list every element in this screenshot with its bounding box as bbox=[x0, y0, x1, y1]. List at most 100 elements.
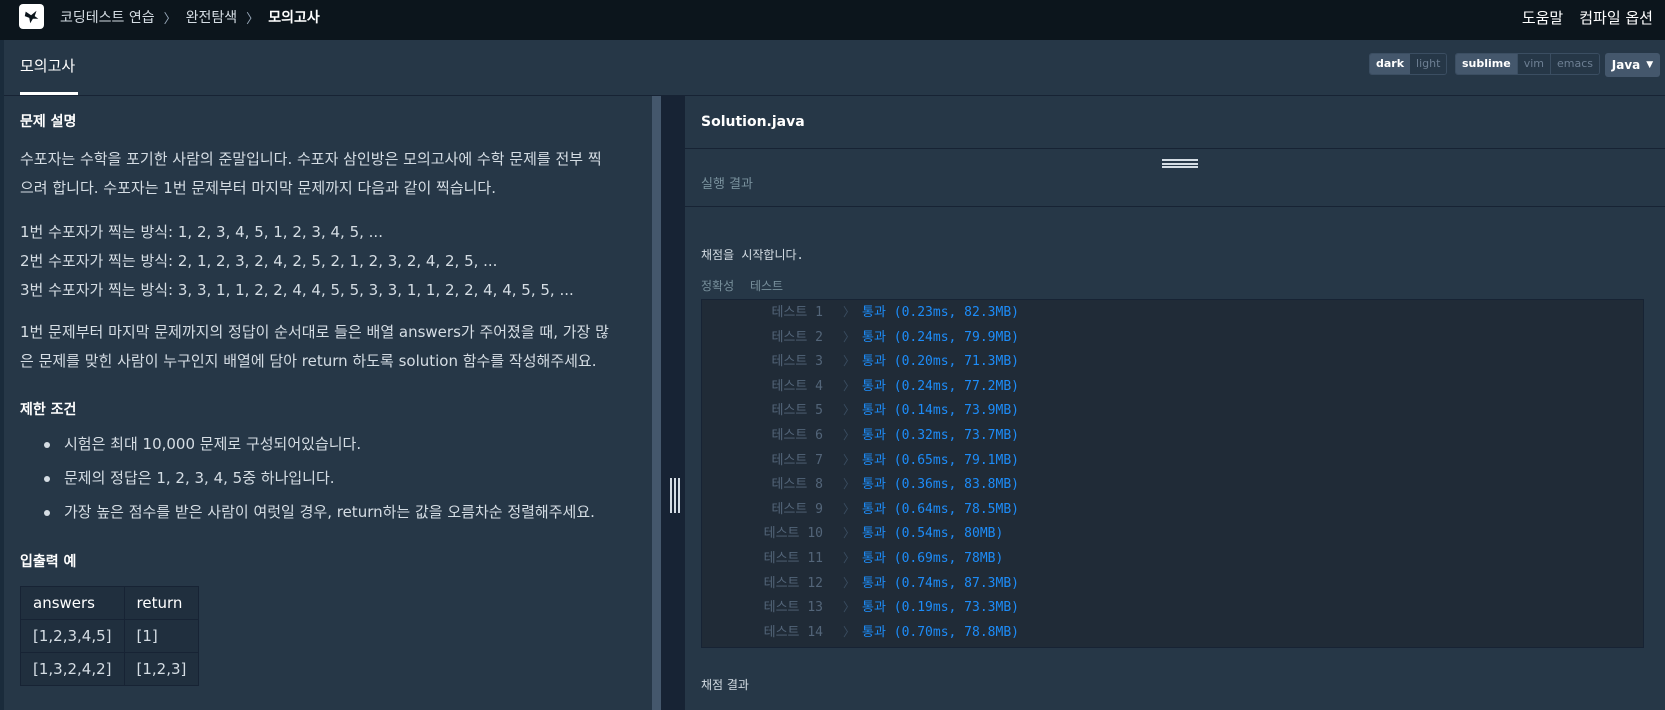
table-cell: [1] bbox=[123, 619, 200, 653]
test-result-row: 테스트 12 〉 통과 (0.74ms, 87.3MB) bbox=[702, 571, 1643, 596]
test-result-row: 테스트 3 〉 통과 (0.20ms, 71.3MB) bbox=[702, 349, 1643, 374]
editor-pane: Solution.java 실행 결과 채점을 시작합니다. 정확성 테스트 테… bbox=[685, 96, 1665, 710]
theme-toggle: dark light bbox=[1369, 53, 1448, 75]
test-result-row: 테스트 8 〉 통과 (0.36ms, 83.8MB) bbox=[702, 472, 1643, 497]
column-header: answers bbox=[20, 586, 125, 620]
test-case-result: 통과 (0.14ms, 73.9MB) bbox=[862, 403, 1019, 419]
theme-dark-button[interactable]: dark bbox=[1370, 54, 1411, 74]
result-header: 실행 결과 bbox=[685, 149, 1665, 207]
chevron-right-icon: 〉 bbox=[843, 329, 856, 344]
editor-sublime-button[interactable]: sublime bbox=[1456, 54, 1517, 74]
description-line: 으려 합니다. 수포자는 1번 문제부터 마지막 문제까지 다음과 같이 찍습니… bbox=[20, 179, 496, 197]
table-cell: [1,2,3] bbox=[123, 652, 200, 686]
help-link[interactable]: 도움말 bbox=[1522, 7, 1563, 28]
test-case-result: 통과 (0.24ms, 79.9MB) bbox=[862, 329, 1019, 345]
breadcrumb-item-category[interactable]: 완전탐색 bbox=[186, 7, 238, 27]
chevron-right-icon: 〉 bbox=[843, 403, 856, 418]
programmers-logo-icon[interactable] bbox=[19, 4, 44, 29]
test-case-result: 통과 (0.24ms, 77.2MB) bbox=[862, 378, 1019, 394]
constraints-heading: 제한 조건 bbox=[20, 402, 77, 418]
test-result-row: 테스트 13 〉 통과 (0.19ms, 73.3MB) bbox=[702, 595, 1643, 620]
test-label: 테스트 bbox=[749, 279, 784, 293]
test-case-result: 통과 (0.23ms, 82.3MB) bbox=[862, 305, 1019, 320]
test-case-label: 테스트 1 bbox=[771, 305, 823, 320]
task-line: 1번 문제부터 마지막 문제까지의 정답이 순서대로 들은 배열 answers… bbox=[20, 323, 609, 341]
test-case-label: 테스트 11 bbox=[763, 551, 823, 566]
problem-scrollbar[interactable] bbox=[652, 96, 661, 710]
description-heading: 문제 설명 bbox=[20, 114, 77, 130]
table-header-row: answers return bbox=[20, 586, 200, 620]
list-item: 시험은 최대 10,000 문제로 구성되어있습니다. bbox=[44, 432, 595, 466]
test-case-result: 통과 (0.32ms, 73.7MB) bbox=[862, 428, 1019, 443]
constraints-list: 시험은 최대 10,000 문제로 구성되어있습니다. 문제의 정답은 1, 2… bbox=[44, 432, 595, 534]
test-result-row: 테스트 7 〉 통과 (0.65ms, 79.1MB) bbox=[702, 448, 1643, 473]
editor-mode-toggle: sublime vim emacs bbox=[1455, 53, 1601, 75]
test-case-result: 통과 (0.54ms, 80MB) bbox=[862, 526, 1004, 542]
test-case-result: 통과 (0.19ms, 73.3MB) bbox=[862, 600, 1019, 616]
breadcrumb-item-coding-test[interactable]: 코딩테스트 연습 bbox=[60, 7, 155, 27]
test-case-result: 통과 (0.64ms, 78.5MB) bbox=[862, 501, 1019, 517]
test-result-row: 테스트 14 〉 통과 (0.70ms, 78.8MB) bbox=[702, 620, 1643, 645]
test-case-result: 통과 (0.69ms, 78MB) bbox=[862, 551, 1004, 566]
chevron-right-icon: 〉 bbox=[843, 600, 856, 615]
breadcrumb-item-current: 모의고사 bbox=[268, 10, 320, 26]
language-label: Java bbox=[1611, 58, 1641, 72]
task-line: 은 문제를 맞힌 사람이 누구인지 배열에 담아 return 하도록 solu… bbox=[20, 352, 597, 370]
table-row: [1,3,2,4,2] [1,2,3] bbox=[20, 652, 200, 686]
chevron-right-icon: 〉 bbox=[163, 11, 177, 27]
test-case-label: 테스트 9 bbox=[771, 501, 823, 517]
chevron-right-icon: 〉 bbox=[843, 501, 856, 516]
chevron-right-icon: 〉 bbox=[843, 526, 856, 541]
chevron-right-icon: 〉 bbox=[843, 624, 856, 639]
test-result-row: 테스트 11 〉 통과 (0.69ms, 78MB) bbox=[702, 546, 1643, 571]
pattern-line: 2번 수포자가 찍는 방식: 2, 1, 2, 3, 2, 4, 2, 5, 2… bbox=[20, 252, 498, 270]
test-case-result: 통과 (0.36ms, 83.8MB) bbox=[862, 477, 1019, 493]
test-case-label: 테스트 7 bbox=[771, 452, 823, 468]
examples-heading: 입출력 예 bbox=[20, 554, 77, 570]
list-item: 가장 높은 점수를 받은 사람이 여럿일 경우, return하는 값을 오름차… bbox=[44, 500, 595, 534]
table-cell: [1,2,3,4,5] bbox=[20, 619, 125, 653]
test-case-label: 테스트 6 bbox=[771, 428, 823, 443]
table-row: [1,2,3,4,5] [1] bbox=[20, 619, 200, 653]
chevron-right-icon: 〉 bbox=[843, 428, 856, 442]
chevron-right-icon: 〉 bbox=[843, 551, 856, 565]
test-result-row: 테스트 1 〉 통과 (0.23ms, 82.3MB) bbox=[702, 300, 1643, 325]
test-case-label: 테스트 12 bbox=[763, 575, 823, 591]
chevron-right-icon: 〉 bbox=[843, 354, 856, 369]
list-item: 문제의 정답은 1, 2, 3, 4, 5중 하나입니다. bbox=[44, 466, 595, 500]
language-select[interactable]: Java ▼ bbox=[1605, 53, 1660, 77]
test-case-result: 통과 (0.20ms, 71.3MB) bbox=[862, 354, 1019, 370]
vertical-grip-icon[interactable] bbox=[670, 478, 680, 513]
theme-light-button[interactable]: light bbox=[1410, 54, 1447, 74]
test-case-label: 테스트 3 bbox=[771, 354, 823, 370]
tab-problem[interactable]: 모의고사 bbox=[20, 55, 75, 76]
test-case-label: 테스트 2 bbox=[771, 329, 823, 345]
editor-emacs-button[interactable]: emacs bbox=[1550, 54, 1600, 74]
grading-result-label: 채점 결과 bbox=[701, 678, 749, 692]
test-results-box: 테스트 1 〉 통과 (0.23ms, 82.3MB) 테스트 2 〉 통과 (0.24m… bbox=[701, 299, 1644, 648]
table-cell: [1,3,2,4,2] bbox=[20, 652, 125, 686]
test-case-result: 통과 (0.74ms, 87.3MB) bbox=[862, 575, 1019, 591]
filename-label[interactable]: Solution.java bbox=[701, 114, 805, 130]
pattern-line: 3번 수포자가 찍는 방식: 3, 3, 1, 1, 2, 2, 4, 4, 5… bbox=[20, 281, 574, 299]
test-result-row: 테스트 4 〉 통과 (0.24ms, 77.2MB) bbox=[702, 374, 1643, 399]
caret-down-icon: ▼ bbox=[1646, 60, 1654, 70]
compile-options-link[interactable]: 컴파일 옵션 bbox=[1579, 7, 1653, 28]
test-result-row: 테스트 5 〉 통과 (0.14ms, 73.9MB) bbox=[702, 398, 1643, 423]
tab-active-indicator bbox=[20, 92, 78, 95]
description-line: 수포자는 수학을 포기한 사람의 준말입니다. 수포자 삼인방은 모의고사에 수… bbox=[20, 150, 602, 168]
test-case-result: 통과 (0.70ms, 78.8MB) bbox=[862, 624, 1019, 640]
column-header: return bbox=[123, 586, 200, 620]
test-case-label: 테스트 5 bbox=[771, 403, 823, 419]
pattern-line: 1번 수포자가 찍는 방식: 1, 2, 3, 4, 5, 1, 2, 3, 4… bbox=[20, 223, 383, 241]
test-case-label: 테스트 4 bbox=[771, 378, 823, 394]
chevron-right-icon: 〉 bbox=[843, 305, 856, 319]
test-result-row: 테스트 2 〉 통과 (0.24ms, 79.9MB) bbox=[702, 325, 1643, 350]
result-sub-labels: 정확성 테스트 bbox=[701, 277, 795, 294]
test-case-result: 통과 (0.65ms, 79.1MB) bbox=[862, 452, 1019, 468]
editor-vim-button[interactable]: vim bbox=[1516, 54, 1550, 74]
problem-pane: 문제 설명 수포자는 수학을 포기한 사람의 준말입니다. 수포자 삼인방은 모… bbox=[4, 96, 652, 710]
result-title: 실행 결과 bbox=[701, 177, 753, 192]
test-case-label: 테스트 14 bbox=[763, 624, 823, 640]
test-result-row: 테스트 10 〉 통과 (0.54ms, 80MB) bbox=[702, 521, 1643, 546]
